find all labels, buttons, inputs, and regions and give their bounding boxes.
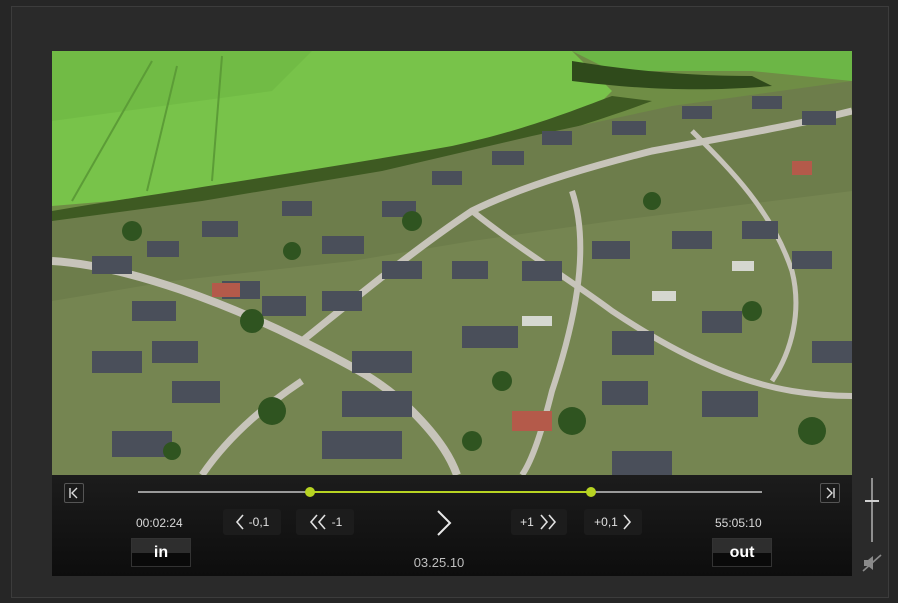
mute-icon <box>862 554 882 572</box>
skip-to-start-button[interactable] <box>64 483 84 503</box>
in-point-handle[interactable] <box>305 487 316 497</box>
video-viewport[interactable] <box>52 51 852 475</box>
out-point-handle[interactable] <box>586 487 597 497</box>
current-time: 03.25.10 <box>413 555 465 570</box>
step-back-large-label: -1 <box>331 515 343 529</box>
in-time: 00:02:24 <box>136 516 183 530</box>
skip-to-end-icon <box>826 487 835 499</box>
step-back-small-button[interactable]: -0,1 <box>223 509 281 535</box>
timeline-track[interactable] <box>138 487 762 497</box>
step-back-small-label: -0,1 <box>248 515 270 529</box>
double-chevron-left-icon <box>309 514 326 530</box>
step-forward-small-label: +0,1 <box>594 515 618 529</box>
timeline-selected-range <box>310 491 592 493</box>
volume-knob[interactable] <box>865 500 879 502</box>
step-forward-large-button[interactable]: +1 <box>511 509 567 535</box>
chevron-right-icon <box>623 514 631 530</box>
mark-out-button[interactable]: out <box>712 538 772 567</box>
mark-in-button[interactable]: in <box>131 538 191 567</box>
double-chevron-right-icon <box>540 514 556 530</box>
video-frame-image <box>52 51 852 475</box>
step-back-large-button[interactable]: -1 <box>296 509 354 535</box>
play-button[interactable] <box>430 508 458 538</box>
out-time: 55:05:10 <box>715 516 762 530</box>
mute-button[interactable] <box>861 553 883 573</box>
step-forward-small-button[interactable]: +0,1 <box>584 509 642 535</box>
volume-track <box>871 478 873 542</box>
play-icon <box>437 510 452 536</box>
step-forward-large-label: +1 <box>520 515 534 529</box>
skip-to-end-button[interactable] <box>820 483 840 503</box>
chevron-left-icon <box>235 514 244 530</box>
player-controls: 00:02:24 55:05:10 in out -0,1 -1 +1 +0,1… <box>52 475 852 576</box>
volume-slider[interactable] <box>862 478 882 548</box>
skip-to-start-icon <box>69 487 78 499</box>
